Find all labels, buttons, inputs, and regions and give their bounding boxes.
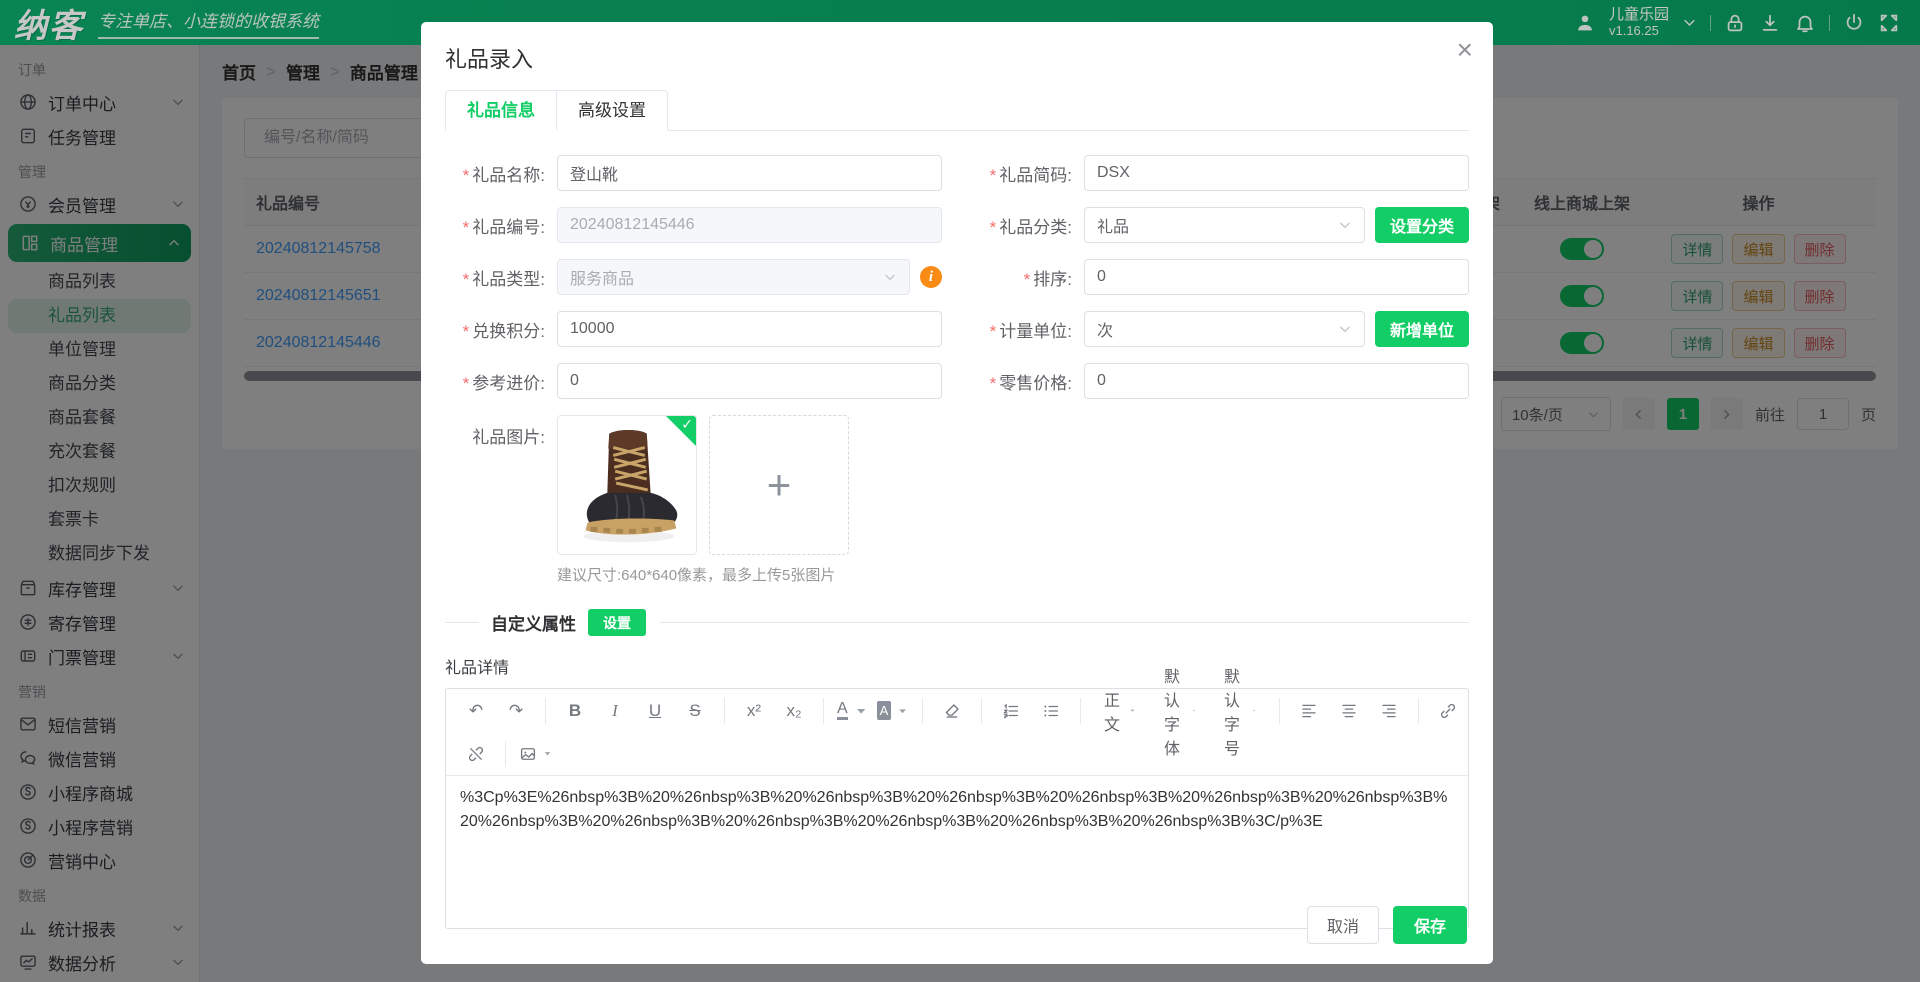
modal-title: 礼品录入 [421,22,1493,88]
underline-icon[interactable]: U [639,694,671,727]
field-label: *排序: [972,265,1084,290]
caret-down-icon [1252,705,1256,716]
align-center-icon[interactable] [1333,694,1365,727]
exchange-points-input[interactable] [557,311,942,347]
reference-cost-input[interactable] [557,363,942,399]
unlink-icon[interactable] [460,737,492,770]
chevron-down-icon [883,270,897,284]
insert-image-icon[interactable] [519,737,553,770]
gift-type-select-disabled: 服务商品 [557,259,910,295]
editor-toolbar: ↶ ↷ B I U S x² x₂ A A [446,689,1468,776]
eraser-icon[interactable] [936,694,968,727]
background-color-icon[interactable]: A [877,694,909,727]
unordered-list-icon[interactable] [1035,694,1067,727]
cancel-button[interactable]: 取消 [1307,906,1379,944]
fullscreen-icon[interactable] [1878,12,1900,34]
caret-down-icon [853,702,869,720]
app-logo: 纳客 [14,0,84,47]
gift-shortcode-input[interactable] [1084,155,1469,191]
field-label: *礼品类型: [445,265,557,290]
topbar-actions: 儿童乐园 v1.16.25 [1574,6,1920,38]
store-name: 儿童乐园 [1609,6,1669,23]
modal-tabs: 礼品信息 高级设置 [445,90,1469,131]
strikethrough-icon[interactable]: S [679,694,711,727]
superscript-icon[interactable]: x² [738,694,770,727]
gift-name-input[interactable] [557,155,942,191]
italic-icon[interactable]: I [599,694,631,727]
font-family-dropdown[interactable]: 默认字体 [1154,694,1206,727]
app-tagline: 专注单店、小连锁的收银系统 [98,7,319,39]
caret-down-icon [896,702,909,720]
font-size-dropdown[interactable]: 默认字号 [1214,694,1266,727]
set-category-button[interactable]: 设置分类 [1375,207,1469,243]
gift-category-select[interactable]: 礼品 [1084,207,1365,243]
add-unit-button[interactable]: 新增单位 [1375,311,1469,347]
upload-image-button[interactable]: + [709,415,849,555]
field-label: *礼品编号: [445,213,557,238]
divider [1710,15,1711,31]
lock-icon[interactable] [1724,12,1746,34]
bell-icon[interactable] [1794,12,1816,34]
chevron-down-icon [1338,218,1352,232]
field-label: *礼品名称: [445,161,557,186]
caret-down-icon [1192,705,1196,716]
gift-detail-label: 礼品详情 [445,654,1469,678]
modal-footer: 取消 保存 [1307,906,1467,944]
unit-select[interactable]: 次 [1084,311,1365,347]
ordered-list-icon[interactable] [995,694,1027,727]
divider [1829,15,1830,31]
gift-code-input-disabled [557,207,942,243]
brand-area: 纳客 专注单店、小连锁的收银系统 [0,0,319,47]
image-size-hint: 建议尺寸:640*640像素，最多上传5张图片 [557,564,849,585]
gift-image-thumbnail[interactable]: ✓ [557,415,697,555]
subscript-icon[interactable]: x₂ [778,694,810,727]
retail-price-input[interactable] [1084,363,1469,399]
gift-form: *礼品名称: *礼品简码: *礼品编号: *礼品分类: 礼品 设置分类 [445,155,1469,399]
save-button[interactable]: 保存 [1393,906,1467,944]
info-icon[interactable]: i [920,266,942,288]
avatar-icon [1574,12,1596,34]
tab-advanced-settings[interactable]: 高级设置 [557,90,668,131]
image-column: ✓ + 建议尺寸:640*640像素，最多上传5张图片 [557,415,849,585]
custom-attribute-title: 自定义属性 [491,610,576,635]
field-label: 礼品图片: [445,415,557,585]
field-label: *参考进价: [445,369,557,394]
chevron-down-icon[interactable] [1682,15,1697,30]
link-icon[interactable] [1432,694,1464,727]
caret-down-icon [542,748,553,759]
bold-icon[interactable]: B [559,694,591,727]
plus-icon: + [767,461,792,509]
field-label: *兑换积分: [445,317,557,342]
undo-icon[interactable]: ↶ [460,694,492,727]
app-version: v1.16.25 [1609,24,1669,39]
field-label: *计量单位: [972,317,1084,342]
align-left-icon[interactable] [1293,694,1325,727]
set-attribute-button[interactable]: 设置 [588,609,646,636]
align-right-icon[interactable] [1373,694,1405,727]
redo-icon[interactable]: ↷ [500,694,532,727]
sort-order-input[interactable] [1084,259,1469,295]
chevron-down-icon [1338,322,1352,336]
download-icon[interactable] [1759,12,1781,34]
font-color-icon[interactable]: A [837,694,869,727]
tab-gift-info[interactable]: 礼品信息 [445,90,557,131]
field-label: *礼品分类: [972,213,1084,238]
custom-attribute-divider: 自定义属性 设置 [445,609,1469,636]
field-label: *零售价格: [972,369,1084,394]
field-label: *礼品简码: [972,161,1084,186]
gift-entry-modal: 礼品录入 × 礼品信息 高级设置 *礼品名称: *礼品简码: *礼品编号: *礼… [421,22,1493,964]
rich-text-editor: ↶ ↷ B I U S x² x₂ A A [445,688,1469,929]
caret-down-icon [1129,705,1136,716]
check-icon: ✓ [681,416,693,433]
store-info[interactable]: 儿童乐园 v1.16.25 [1609,6,1669,38]
gift-image-section: 礼品图片: ✓ [445,415,1469,585]
close-icon[interactable]: × [1457,36,1473,64]
power-icon[interactable] [1843,12,1865,34]
paragraph-format-dropdown[interactable]: 正文 [1094,694,1146,727]
